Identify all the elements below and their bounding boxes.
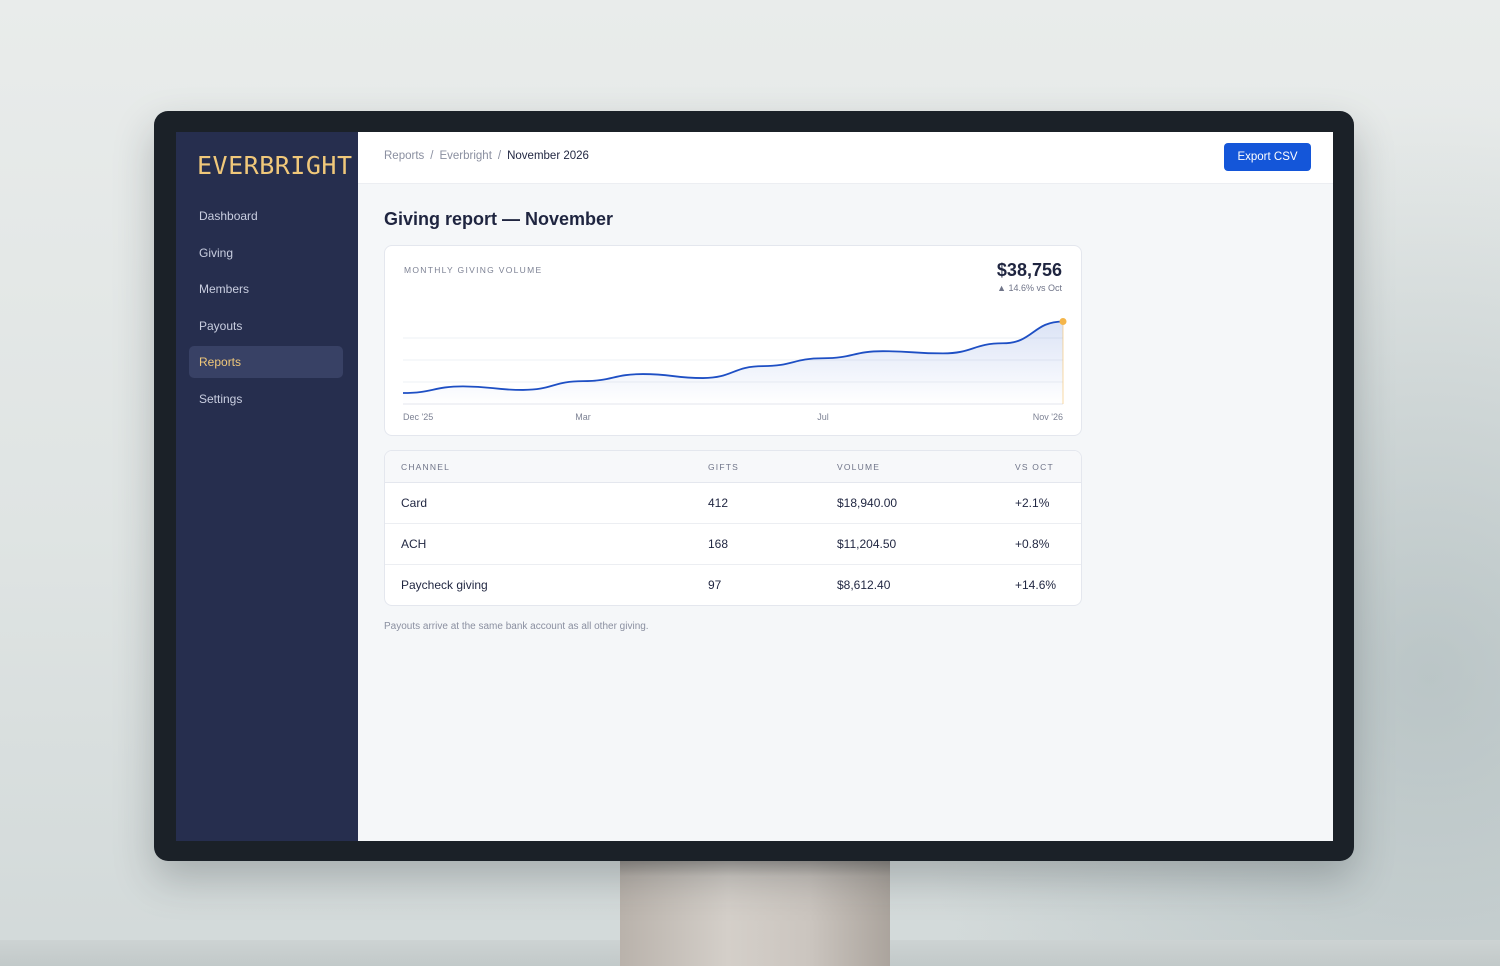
- sidebar-item-payouts[interactable]: Payouts: [189, 310, 343, 342]
- cell-channel: Card: [401, 496, 428, 510]
- breadcrumb-everbright[interactable]: Everbright: [439, 150, 491, 162]
- column-header-channel[interactable]: CHANNEL: [401, 462, 450, 472]
- table-row[interactable]: Paycheck giving 97 $8,612.40 +14.6%: [385, 565, 1081, 605]
- sidebar-item-dashboard[interactable]: Dashboard: [189, 200, 343, 232]
- cell-channel: Paycheck giving: [401, 578, 488, 592]
- main-content: Reports / Everbright / November 2026 Export …: [358, 132, 1333, 841]
- channel-table: CHANNEL GIFTS VOLUME VS OCT Card 412 $18…: [384, 450, 1082, 606]
- chart-highlight-point: [1059, 317, 1067, 325]
- x-tick-label: Dec '25: [403, 412, 433, 422]
- x-tick-label: Jul: [817, 412, 829, 422]
- sidebar-item-settings[interactable]: Settings: [189, 383, 343, 415]
- sidebar: EVERBRIGHT Dashboard Giving Members Payo…: [176, 132, 358, 841]
- top-bar: Reports / Everbright / November 2026 Export …: [358, 132, 1333, 184]
- breadcrumb: Reports / Everbright / November 2026: [384, 150, 589, 162]
- cell-volume: $18,940.00: [837, 496, 898, 510]
- chart-label: MONTHLY GIVING VOLUME: [404, 265, 543, 275]
- breadcrumb-separator: /: [497, 150, 502, 162]
- sidebar-item-reports[interactable]: Reports: [189, 346, 343, 378]
- column-header-volume[interactable]: VOLUME: [837, 462, 880, 472]
- breadcrumb-current: November 2026: [507, 150, 589, 162]
- sidebar-item-giving[interactable]: Giving: [189, 237, 343, 269]
- chart-area: [403, 321, 1063, 404]
- cell-gifts: 412: [708, 496, 729, 510]
- x-tick-label: Nov '26: [1033, 412, 1063, 422]
- footnote: Payouts arrive at the same bank account …: [384, 621, 649, 632]
- sidebar-nav: Dashboard Giving Members Payouts Reports…: [189, 200, 343, 419]
- table-row[interactable]: ACH 168 $11,204.50 +0.8%: [385, 524, 1081, 565]
- table-row[interactable]: Card 412 $18,940.00 +2.1%: [385, 483, 1081, 524]
- column-header-gifts[interactable]: GIFTS: [708, 462, 739, 472]
- volume-change: ▲ 14.6% vs Oct: [997, 283, 1062, 293]
- sidebar-item-members[interactable]: Members: [189, 273, 343, 305]
- breadcrumb-separator: /: [430, 150, 434, 162]
- monitor-screen: EVERBRIGHT Dashboard Giving Members Payo…: [176, 132, 1333, 841]
- cell-gifts: 168: [708, 537, 729, 551]
- cell-gifts: 97: [708, 578, 722, 592]
- cell-volume: $8,612.40: [837, 578, 891, 592]
- cell-change: +14.6%: [1015, 578, 1057, 592]
- cell-change: +2.1%: [1015, 496, 1050, 510]
- table-header: CHANNEL GIFTS VOLUME VS OCT: [385, 451, 1081, 483]
- total-volume: $38,756: [996, 260, 1062, 280]
- page-title: Giving report — November: [384, 209, 614, 229]
- export-csv-button[interactable]: Export CSV: [1224, 143, 1311, 171]
- column-header-vs-oct[interactable]: VS OCT: [1015, 462, 1054, 472]
- giving-volume-card: Dec '25 Mar Jul Nov '26 MONTHLY GIVING VOLU…: [384, 245, 1082, 436]
- breadcrumb-reports[interactable]: Reports: [384, 150, 424, 162]
- cell-channel: ACH: [401, 537, 427, 551]
- cell-volume: $11,204.50: [837, 537, 897, 551]
- cell-change: +0.8%: [1015, 537, 1050, 551]
- brand-logo[interactable]: EVERBRIGHT: [197, 151, 353, 180]
- x-tick-label: Mar: [575, 412, 591, 422]
